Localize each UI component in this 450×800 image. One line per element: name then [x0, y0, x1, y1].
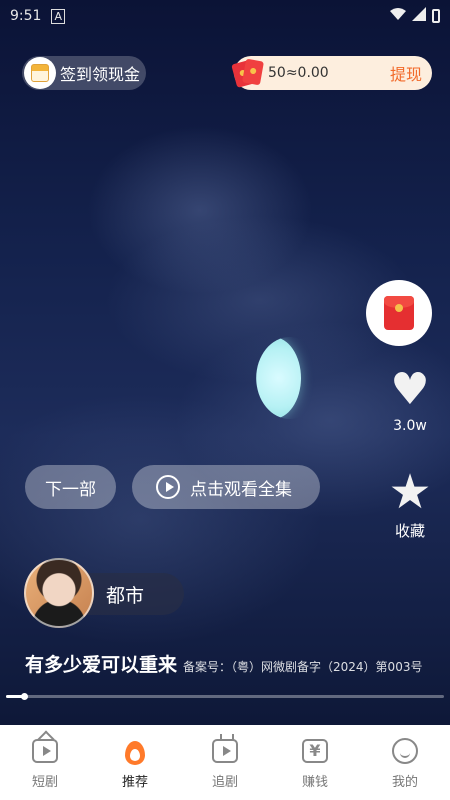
tab-recommend[interactable]: 推荐: [90, 725, 180, 800]
checkin-button[interactable]: 签到领现金: [22, 56, 146, 90]
tab-earn[interactable]: ¥ 赚钱: [270, 725, 360, 800]
tab-short-drama[interactable]: 短剧: [0, 725, 90, 800]
progress-handle[interactable]: [20, 693, 28, 700]
home-play-icon: [31, 737, 59, 765]
smile-icon: [391, 737, 419, 765]
red-envelope-button[interactable]: [366, 280, 432, 346]
flame-icon: [121, 737, 149, 765]
tv-icon: [211, 737, 239, 765]
calendar-icon: [24, 57, 56, 89]
drama-info: 有多少爱可以重来 备案号：（粤）网微剧备字（2024）第003号: [25, 650, 445, 677]
tab-label: 追剧: [211, 775, 238, 790]
tab-label: 我的: [391, 775, 418, 790]
tab-label: 短剧: [31, 775, 58, 790]
battery-icon: [432, 9, 440, 23]
wifi-icon: [390, 7, 406, 25]
watch-all-label: 点击观看全集: [190, 479, 292, 500]
red-packet-icon: [231, 58, 266, 88]
favorite-label: 收藏: [394, 522, 425, 540]
signal-icon: [412, 7, 426, 25]
next-drama-button[interactable]: 下一部: [25, 465, 116, 509]
avatar[interactable]: [24, 558, 94, 628]
tab-label: 赚钱: [301, 775, 328, 790]
tab-label: 推荐: [121, 775, 148, 790]
genre-label: 都市: [106, 584, 145, 607]
star-icon: ★: [388, 464, 432, 520]
status-indicators: [390, 7, 440, 25]
tab-following[interactable]: 追剧: [180, 725, 270, 800]
like-count: 3.0w: [393, 418, 427, 434]
status-bar: 9:51 A: [0, 0, 450, 32]
license-number: 备案号：（粤）网微剧备字（2024）第003号: [183, 660, 423, 674]
red-envelope-icon: [384, 296, 414, 330]
video-progress-bar[interactable]: [6, 693, 444, 700]
play-circle-icon: [156, 475, 180, 499]
checkin-label: 签到领现金: [60, 65, 141, 84]
like-button[interactable]: ♥ 3.0w: [380, 364, 440, 435]
tab-profile[interactable]: 我的: [360, 725, 450, 800]
status-time: 9:51: [10, 8, 42, 24]
money-icon: ¥: [301, 737, 329, 765]
favorite-button[interactable]: ★ 收藏: [380, 466, 440, 541]
watch-all-button[interactable]: 点击观看全集: [132, 465, 320, 509]
heart-icon: ♥: [390, 364, 430, 415]
drama-title[interactable]: 有多少爱可以重来: [25, 650, 177, 677]
bottom-tab-bar: 短剧 推荐 追剧 ¥ 赚钱 我的: [0, 725, 450, 800]
video-frame-moon: [256, 337, 301, 419]
notification-icon: A: [51, 8, 65, 24]
wallet-pill[interactable]: 50≈0.00 提现: [231, 56, 432, 90]
withdraw-button[interactable]: 提现: [390, 61, 422, 85]
wallet-amount: 50≈0.00: [268, 65, 329, 81]
